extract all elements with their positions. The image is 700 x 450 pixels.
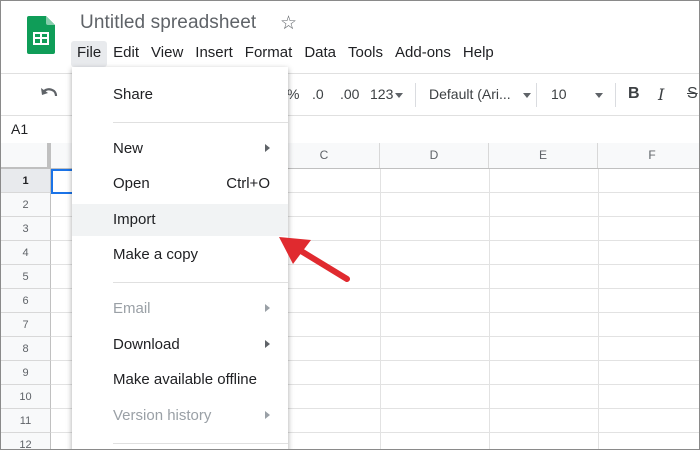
column-header-e[interactable]: E: [489, 143, 598, 168]
menu-tools[interactable]: Tools: [342, 41, 389, 67]
menu-add-ons[interactable]: Add-ons: [389, 41, 457, 67]
row-header-12[interactable]: 12: [1, 433, 51, 449]
document-title[interactable]: Untitled spreadsheet: [80, 12, 256, 34]
font-family-label: Default (Ari...: [429, 86, 511, 102]
menu-item-label: Share: [113, 86, 154, 103]
row-header-8[interactable]: 8: [1, 337, 51, 361]
font-size-dropdown[interactable]: 10: [551, 86, 603, 102]
menu-separator: [113, 443, 288, 444]
row-header-5[interactable]: 5: [1, 265, 51, 289]
column-header-f[interactable]: F: [598, 143, 699, 168]
menu-separator: [113, 122, 288, 123]
menu-item-make-a-copy[interactable]: Make a copy: [72, 239, 288, 271]
row-header-9[interactable]: 9: [1, 361, 51, 385]
menu-item-label: Make available offline: [113, 371, 257, 388]
row-header-2[interactable]: 2: [1, 193, 51, 217]
menu-item-email: Email: [72, 293, 288, 325]
chevron-down-icon: [522, 92, 531, 98]
menu-item-make-available-offline[interactable]: Make available offline: [72, 364, 288, 396]
menu-separator: [113, 282, 288, 283]
decrease-decimal-button[interactable]: .0: [312, 86, 324, 102]
star-icon[interactable]: ☆: [280, 12, 297, 35]
app-window: Untitled spreadsheet ☆ File Edit View In…: [0, 0, 700, 450]
row-header-4[interactable]: 4: [1, 241, 51, 265]
chevron-down-icon: [395, 92, 404, 98]
number-format-label: 123: [370, 86, 394, 102]
sheets-logo-icon[interactable]: [27, 16, 55, 54]
submenu-arrow-icon: [265, 304, 270, 312]
grid-line: [598, 169, 599, 449]
submenu-arrow-icon: [265, 144, 270, 152]
menu-item-shortcut: Ctrl+O: [226, 175, 270, 192]
row-header-11[interactable]: 11: [1, 409, 51, 433]
menu-item-label: Make a copy: [113, 246, 199, 263]
menu-item-label: Open: [113, 175, 150, 192]
toolbar-divider: [536, 83, 537, 107]
strikethrough-button[interactable]: S: [687, 85, 698, 103]
chevron-down-icon: [594, 92, 603, 98]
grid-line: [380, 169, 381, 449]
italic-button[interactable]: I: [658, 85, 664, 104]
menu-file[interactable]: File: [71, 41, 108, 67]
submenu-arrow-icon: [265, 340, 270, 348]
red-arrow-icon: [279, 237, 350, 282]
font-family-dropdown[interactable]: Default (Ari...: [429, 86, 531, 102]
row-header-1[interactable]: 1: [1, 169, 51, 193]
toolbar-divider: [415, 83, 416, 107]
menu-view[interactable]: View: [145, 41, 189, 67]
undo-icon[interactable]: [38, 84, 58, 104]
menu-item-download[interactable]: Download: [72, 329, 288, 361]
increase-decimal-button[interactable]: .00: [340, 86, 359, 102]
menu-item-label: Version history: [113, 407, 212, 424]
menu-item-import[interactable]: Import: [72, 204, 288, 236]
menu-data[interactable]: Data: [298, 41, 342, 67]
menu-bar: File Edit View Insert Format Data Tools …: [71, 41, 500, 67]
toolbar-divider: [615, 83, 616, 107]
menu-insert[interactable]: Insert: [189, 41, 239, 67]
menu-item-open[interactable]: Open Ctrl+O: [72, 168, 288, 200]
format-percent-button[interactable]: %: [287, 86, 299, 102]
row-header-3[interactable]: 3: [1, 217, 51, 241]
row-header-7[interactable]: 7: [1, 313, 51, 337]
number-format-dropdown[interactable]: 123: [370, 86, 404, 102]
submenu-arrow-icon: [265, 411, 270, 419]
column-header-d[interactable]: D: [380, 143, 489, 168]
row-header-10[interactable]: 10: [1, 385, 51, 409]
menu-item-label: Email: [113, 300, 151, 317]
grid-line: [489, 169, 490, 449]
menu-format[interactable]: Format: [239, 41, 299, 67]
font-size-label: 10: [551, 86, 567, 102]
menu-item-version-history: Version history: [72, 400, 288, 432]
menu-item-new[interactable]: New: [72, 133, 288, 165]
menu-item-label: New: [113, 140, 144, 157]
menu-edit[interactable]: Edit: [107, 41, 145, 67]
bold-button[interactable]: B: [628, 85, 640, 103]
select-all-corner[interactable]: [1, 143, 51, 171]
menu-item-share[interactable]: Share: [72, 79, 288, 111]
menu-item-label: Import: [113, 211, 156, 228]
menu-help[interactable]: Help: [457, 41, 500, 67]
row-header-6[interactable]: 6: [1, 289, 51, 313]
menu-item-label: Download: [113, 336, 180, 353]
file-menu-dropdown: Share New Open Ctrl+O Import Make a copy…: [72, 67, 288, 449]
name-box[interactable]: A1: [11, 121, 28, 137]
